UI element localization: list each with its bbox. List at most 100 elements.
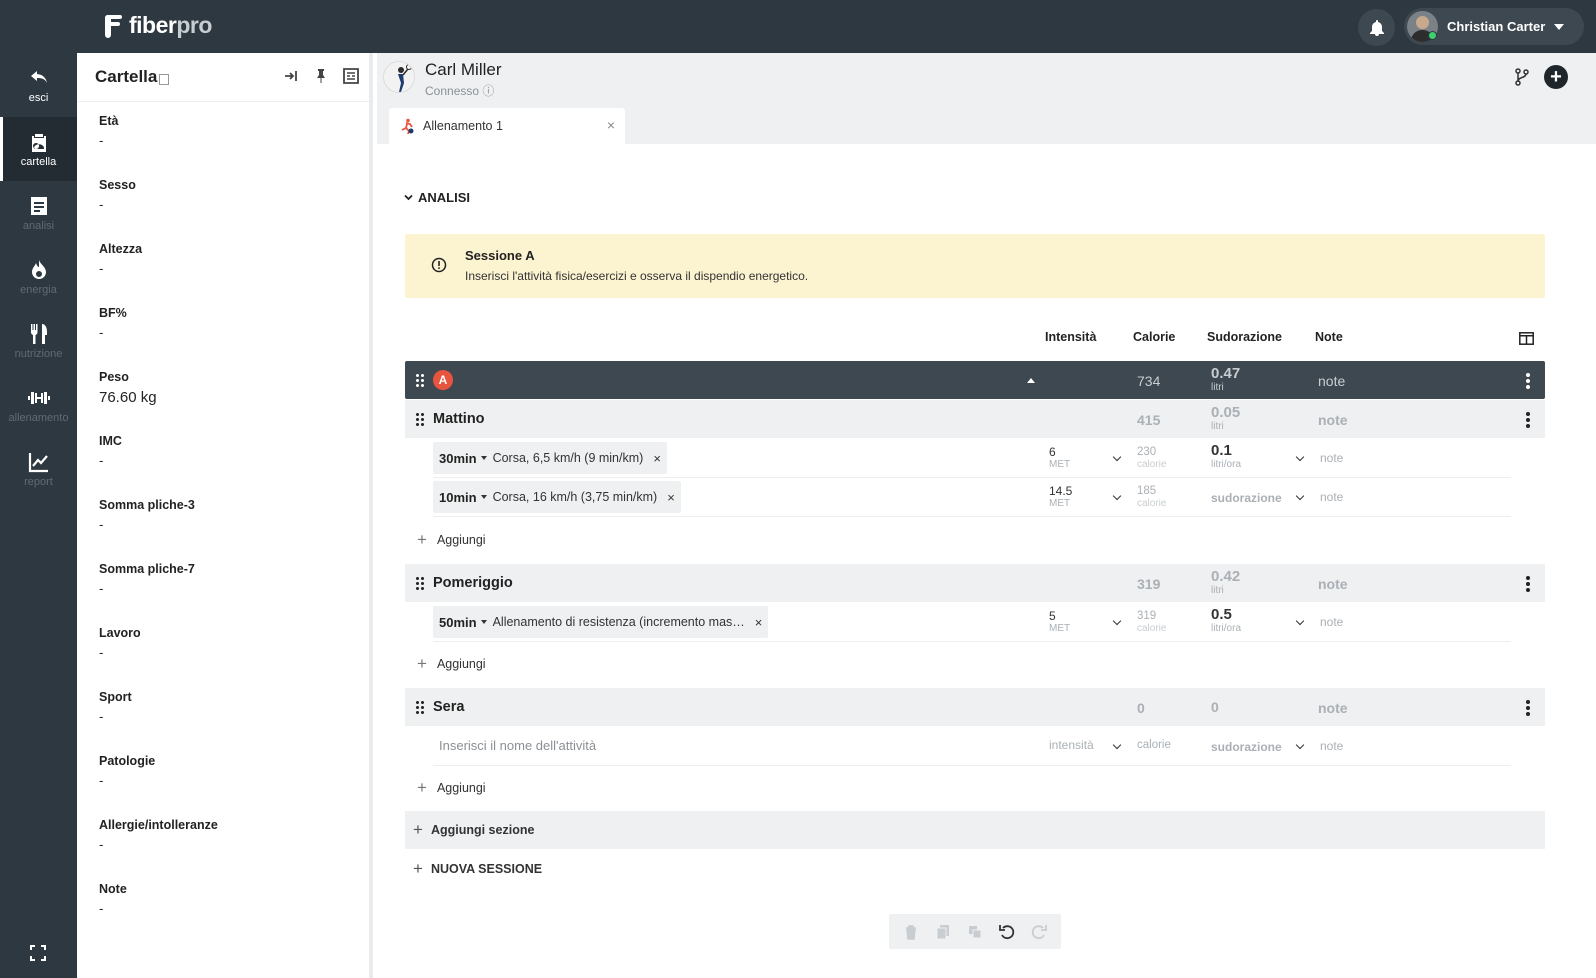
sweat-select[interactable]: sudorazione bbox=[1211, 739, 1282, 755]
close-icon[interactable]: × bbox=[607, 117, 615, 133]
collapse-caret-icon[interactable] bbox=[1027, 378, 1035, 383]
more-menu-icon[interactable] bbox=[1526, 373, 1530, 389]
drag-handle-icon[interactable] bbox=[416, 374, 424, 387]
chevron-down-icon[interactable] bbox=[1112, 491, 1122, 501]
notifications-button[interactable] bbox=[1358, 9, 1395, 46]
duplicate-icon[interactable] bbox=[967, 924, 983, 940]
add-section-button[interactable]: + Aggiungi sezione bbox=[405, 811, 1545, 849]
plus-icon: + bbox=[413, 859, 423, 878]
add-exercise-button[interactable]: + Aggiungi bbox=[417, 778, 486, 798]
exercise-note[interactable]: note bbox=[1320, 615, 1343, 629]
fork-knife-icon bbox=[30, 323, 47, 344]
nav-item-report[interactable]: report bbox=[0, 437, 77, 501]
sweat-select[interactable]: 0.5 litri/ora bbox=[1211, 607, 1241, 635]
logo[interactable]: fiber pro bbox=[103, 12, 212, 39]
columns-toggle-icon[interactable] bbox=[1519, 332, 1534, 345]
exercise-chip[interactable]: 30min Corsa, 6,5 km/h (9 min/km) × bbox=[433, 442, 667, 474]
copy-icon[interactable] bbox=[935, 924, 951, 940]
duration[interactable]: 50min bbox=[439, 615, 477, 630]
more-menu-icon[interactable] bbox=[1526, 576, 1530, 592]
panel-settings-icon[interactable] bbox=[343, 68, 359, 84]
collapse-panel-icon[interactable] bbox=[283, 68, 299, 84]
field-value[interactable]: - bbox=[99, 325, 127, 340]
chevron-down-icon[interactable] bbox=[1112, 616, 1122, 626]
add-exercise-button[interactable]: + Aggiungi bbox=[417, 530, 486, 550]
add-button[interactable]: + bbox=[1544, 65, 1568, 89]
nav-item-analisi[interactable]: analisi bbox=[0, 181, 77, 245]
drag-handle-icon[interactable] bbox=[416, 577, 424, 590]
chevron-down-icon[interactable] bbox=[1112, 740, 1122, 750]
remove-icon[interactable]: × bbox=[653, 451, 661, 466]
group-row-pomeriggio[interactable]: Pomeriggio 319 0.42 litri note bbox=[405, 564, 1545, 602]
field-value[interactable]: - bbox=[99, 901, 127, 916]
nav-item-cartella[interactable]: cartella bbox=[0, 117, 77, 181]
field-value[interactable]: - bbox=[99, 197, 136, 212]
field-value[interactable]: - bbox=[99, 581, 195, 596]
redo-icon[interactable] bbox=[1031, 924, 1047, 940]
fullscreen-icon[interactable] bbox=[29, 944, 47, 962]
analisi-section-toggle[interactable]: ANALISI bbox=[404, 190, 470, 205]
exercise-note[interactable]: note bbox=[1320, 490, 1343, 504]
drag-handle-icon[interactable] bbox=[416, 701, 424, 714]
group-sweat: 0 bbox=[1211, 699, 1219, 715]
exercise-chip[interactable]: 10min Corsa, 16 km/h (3,75 min/km) × bbox=[433, 481, 681, 513]
field-value[interactable]: - bbox=[99, 261, 142, 276]
tab-allenamento-1[interactable]: Allenamento 1 × bbox=[389, 108, 625, 144]
chevron-down-icon[interactable] bbox=[1295, 740, 1305, 750]
calories-input[interactable]: calorie bbox=[1137, 739, 1171, 752]
duration[interactable]: 30min bbox=[439, 451, 477, 466]
chevron-down-icon[interactable] bbox=[1295, 616, 1305, 626]
nav-item-esci[interactable]: esci bbox=[0, 53, 77, 117]
nav-item-nutrizione[interactable]: nutrizione bbox=[0, 309, 77, 373]
field-value[interactable]: - bbox=[99, 517, 195, 532]
undo-icon[interactable] bbox=[999, 924, 1015, 940]
exercise-note[interactable]: note bbox=[1320, 739, 1343, 753]
field-value[interactable]: - bbox=[99, 645, 141, 660]
add-exercise-button[interactable]: + Aggiungi bbox=[417, 654, 486, 674]
group-row-sera[interactable]: Sera 0 0 note bbox=[405, 688, 1545, 726]
alert-title: Sessione A bbox=[465, 248, 535, 263]
drag-handle-icon[interactable] bbox=[416, 413, 424, 426]
branch-icon[interactable] bbox=[1514, 68, 1530, 86]
patient-avatar[interactable] bbox=[383, 61, 415, 93]
caret-down-icon[interactable] bbox=[480, 495, 487, 499]
chevron-down-icon[interactable] bbox=[1295, 452, 1305, 462]
pin-icon[interactable] bbox=[313, 68, 329, 84]
caret-down-icon[interactable] bbox=[480, 620, 487, 624]
exercise-chip[interactable]: 50min Allenamento di resistenza (increme… bbox=[433, 606, 769, 638]
activity-name-input[interactable]: Inserisci il nome dell'attività bbox=[439, 738, 596, 753]
chevron-down-icon[interactable] bbox=[1295, 491, 1305, 501]
group-row-mattino[interactable]: Mattino 415 0.05 litri note bbox=[405, 400, 1545, 438]
intensity-select[interactable]: 6 MET bbox=[1049, 446, 1070, 471]
new-session-button[interactable]: + NUOVA SESSIONE bbox=[413, 859, 542, 879]
duration[interactable]: 10min bbox=[439, 490, 477, 505]
sweat-select[interactable]: sudorazione bbox=[1211, 490, 1282, 506]
intensity-select[interactable]: intensità bbox=[1049, 739, 1094, 752]
field-value[interactable]: - bbox=[99, 773, 155, 788]
group-note[interactable]: note bbox=[1318, 576, 1348, 592]
trash-icon[interactable] bbox=[903, 924, 919, 940]
field-value[interactable]: - bbox=[99, 133, 118, 148]
remove-icon[interactable]: × bbox=[667, 490, 675, 505]
group-sweat: 0.05 litri bbox=[1211, 405, 1240, 433]
session-note[interactable]: note bbox=[1318, 373, 1345, 389]
nav-item-energia[interactable]: energia bbox=[0, 245, 77, 309]
caret-down-icon[interactable] bbox=[480, 456, 487, 460]
intensity-select[interactable]: 14.5 MET bbox=[1049, 485, 1072, 510]
intensity-select[interactable]: 5 MET bbox=[1049, 610, 1070, 635]
more-menu-icon[interactable] bbox=[1526, 700, 1530, 716]
left-nav: esci cartella analisi energia nutrizione… bbox=[0, 53, 77, 978]
field-value[interactable]: - bbox=[99, 709, 132, 724]
session-row[interactable]: A 734 0.47 litri note bbox=[405, 361, 1545, 399]
group-note[interactable]: note bbox=[1318, 700, 1348, 716]
exercise-note[interactable]: note bbox=[1320, 451, 1343, 465]
field-value[interactable]: - bbox=[99, 837, 218, 852]
chevron-down-icon[interactable] bbox=[1112, 452, 1122, 462]
field-value[interactable]: - bbox=[99, 453, 122, 468]
more-menu-icon[interactable] bbox=[1526, 412, 1530, 428]
nav-item-allenamento[interactable]: allenamento bbox=[0, 373, 77, 437]
sweat-select[interactable]: 0.1 litri/ora bbox=[1211, 443, 1241, 471]
remove-icon[interactable]: × bbox=[755, 615, 763, 630]
field-value[interactable]: 76.60 kg bbox=[99, 389, 157, 406]
group-note[interactable]: note bbox=[1318, 412, 1348, 428]
